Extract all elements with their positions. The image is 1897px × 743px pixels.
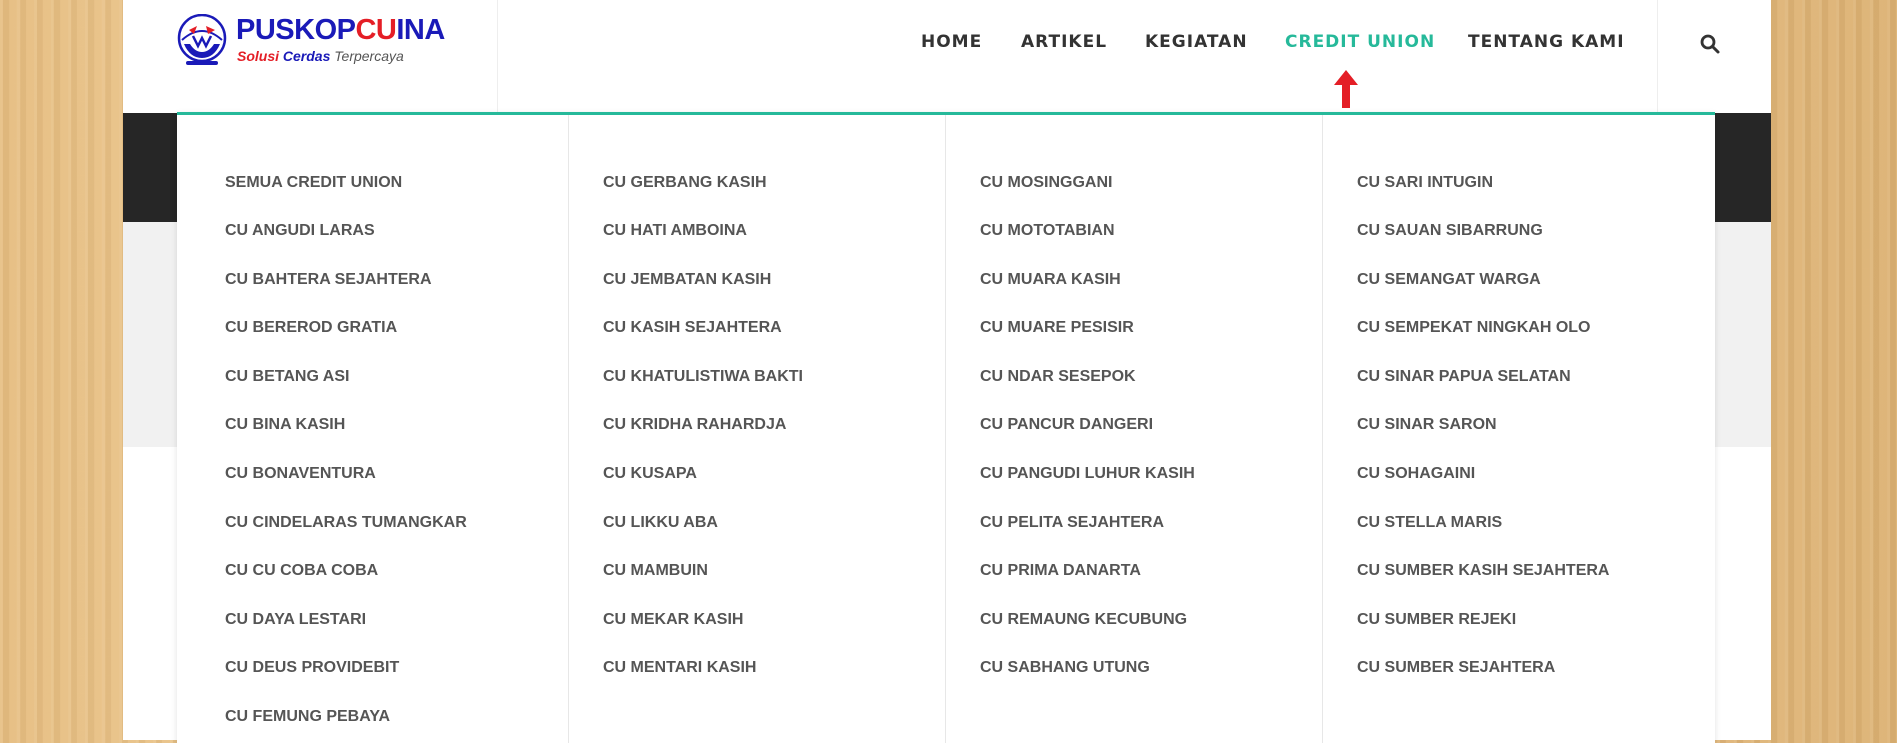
search-icon[interactable] <box>1699 33 1721 55</box>
menu-link[interactable]: CU PRIMA DANARTA <box>980 561 1141 581</box>
credit-union-dropdown: SEMUA CREDIT UNION CU ANGUDI LARAS CU BA… <box>177 112 1715 743</box>
menu-link[interactable]: CU KASIH SEJAHTERA <box>603 318 782 338</box>
site-header: PUSKOPCUINA Solusi Cerdas Terpercaya HOM… <box>123 0 1771 113</box>
menu-link[interactable]: CU MUARE PESISIR <box>980 318 1134 338</box>
site-logo[interactable]: PUSKOPCUINA Solusi Cerdas Terpercaya <box>176 14 456 70</box>
menu-link[interactable]: CU PANCUR DANGERI <box>980 415 1153 435</box>
logo-emblem-icon <box>177 14 227 65</box>
menu-link[interactable]: CU DEUS PROVIDEBIT <box>225 658 399 678</box>
menu-link[interactable]: CU DAYA LESTARI <box>225 610 366 630</box>
menu-link[interactable]: CU MEKAR KASIH <box>603 610 743 630</box>
column-divider <box>945 115 946 743</box>
nav-item-tentang-kami[interactable]: TENTANG KAMI <box>1468 32 1625 52</box>
header-divider <box>1657 0 1658 113</box>
menu-link[interactable]: CU MUARA KASIH <box>980 270 1121 290</box>
menu-link[interactable]: CU CU COBA COBA <box>225 561 378 581</box>
menu-link[interactable]: CU LIKKU ABA <box>603 513 718 533</box>
column-divider <box>1322 115 1323 743</box>
menu-link[interactable]: CU GERBANG KASIH <box>603 173 767 193</box>
menu-link[interactable]: CU MOTOTABIAN <box>980 221 1115 241</box>
arrow-up-icon <box>1334 70 1358 108</box>
menu-link[interactable]: CU MAMBUIN <box>603 561 708 581</box>
menu-link[interactable]: CU ANGUDI LARAS <box>225 221 375 241</box>
menu-link[interactable]: CU BEREROD GRATIA <box>225 318 397 338</box>
logo-tagline-part3: Terpercaya <box>334 48 404 64</box>
nav-item-credit-union[interactable]: CREDIT UNION <box>1285 32 1435 52</box>
column-divider <box>568 115 569 743</box>
nav-item-home[interactable]: HOME <box>921 32 982 52</box>
menu-link[interactable]: CU SARI INTUGIN <box>1357 173 1493 193</box>
logo-tagline-part1: Solusi <box>237 48 280 64</box>
logo-name-part3: INA <box>396 14 445 46</box>
menu-link[interactable]: CU MENTARI KASIH <box>603 658 756 678</box>
menu-link[interactable]: CU STELLA MARIS <box>1357 513 1502 533</box>
logo-tagline: Solusi Cerdas Terpercaya <box>237 48 404 64</box>
menu-link[interactable]: CU NDAR SESEPOK <box>980 367 1136 387</box>
menu-link[interactable]: CU BINA KASIH <box>225 415 345 435</box>
logo-name: PUSKOPCUINA <box>236 14 445 47</box>
menu-link[interactable]: CU REMAUNG KECUBUNG <box>980 610 1187 630</box>
nav-item-kegiatan[interactable]: KEGIATAN <box>1145 32 1248 52</box>
logo-name-part2: CU <box>355 14 397 46</box>
menu-link[interactable]: CU SEMPEKAT NINGKAH OLO <box>1357 318 1590 338</box>
menu-link[interactable]: CU JEMBATAN KASIH <box>603 270 771 290</box>
logo-name-part1: PUSKOP <box>236 14 356 46</box>
menu-link[interactable]: CU PANGUDI LUHUR KASIH <box>980 464 1195 484</box>
menu-link[interactable]: CU PELITA SEJAHTERA <box>980 513 1164 533</box>
menu-link[interactable]: CU SAUAN SIBARRUNG <box>1357 221 1543 241</box>
menu-link[interactable]: SEMUA CREDIT UNION <box>225 173 402 193</box>
nav-item-artikel[interactable]: ARTIKEL <box>1021 32 1107 52</box>
menu-link[interactable]: CU SINAR SARON <box>1357 415 1497 435</box>
menu-link[interactable]: CU BAHTERA SEJAHTERA <box>225 270 432 290</box>
menu-link[interactable]: CU SOHAGAINI <box>1357 464 1475 484</box>
header-divider <box>497 0 498 113</box>
menu-link[interactable]: CU SEMANGAT WARGA <box>1357 270 1541 290</box>
menu-link[interactable]: CU KUSAPA <box>603 464 697 484</box>
logo-tagline-part2: Cerdas <box>282 48 331 64</box>
page: PUSKOPCUINA Solusi Cerdas Terpercaya HOM… <box>123 0 1771 743</box>
menu-link[interactable]: CU BONAVENTURA <box>225 464 376 484</box>
menu-link[interactable]: CU FEMUNG PEBAYA <box>225 707 390 727</box>
menu-link[interactable]: CU SABHANG UTUNG <box>980 658 1150 678</box>
menu-link[interactable]: CU CINDELARAS TUMANGKAR <box>225 513 467 533</box>
menu-link[interactable]: CU MOSINGGANI <box>980 173 1112 193</box>
menu-link[interactable]: CU SINAR PAPUA SELATAN <box>1357 367 1571 387</box>
menu-link[interactable]: CU SUMBER SEJAHTERA <box>1357 658 1555 678</box>
menu-link[interactable]: CU SUMBER REJEKI <box>1357 610 1516 630</box>
menu-link[interactable]: CU BETANG ASI <box>225 367 349 387</box>
menu-link[interactable]: CU KHATULISTIWA BAKTI <box>603 367 803 387</box>
menu-link[interactable]: CU KRIDHA RAHARDJA <box>603 415 786 435</box>
menu-link[interactable]: CU HATI AMBOINA <box>603 221 747 241</box>
menu-link[interactable]: CU SUMBER KASIH SEJAHTERA <box>1357 561 1609 581</box>
